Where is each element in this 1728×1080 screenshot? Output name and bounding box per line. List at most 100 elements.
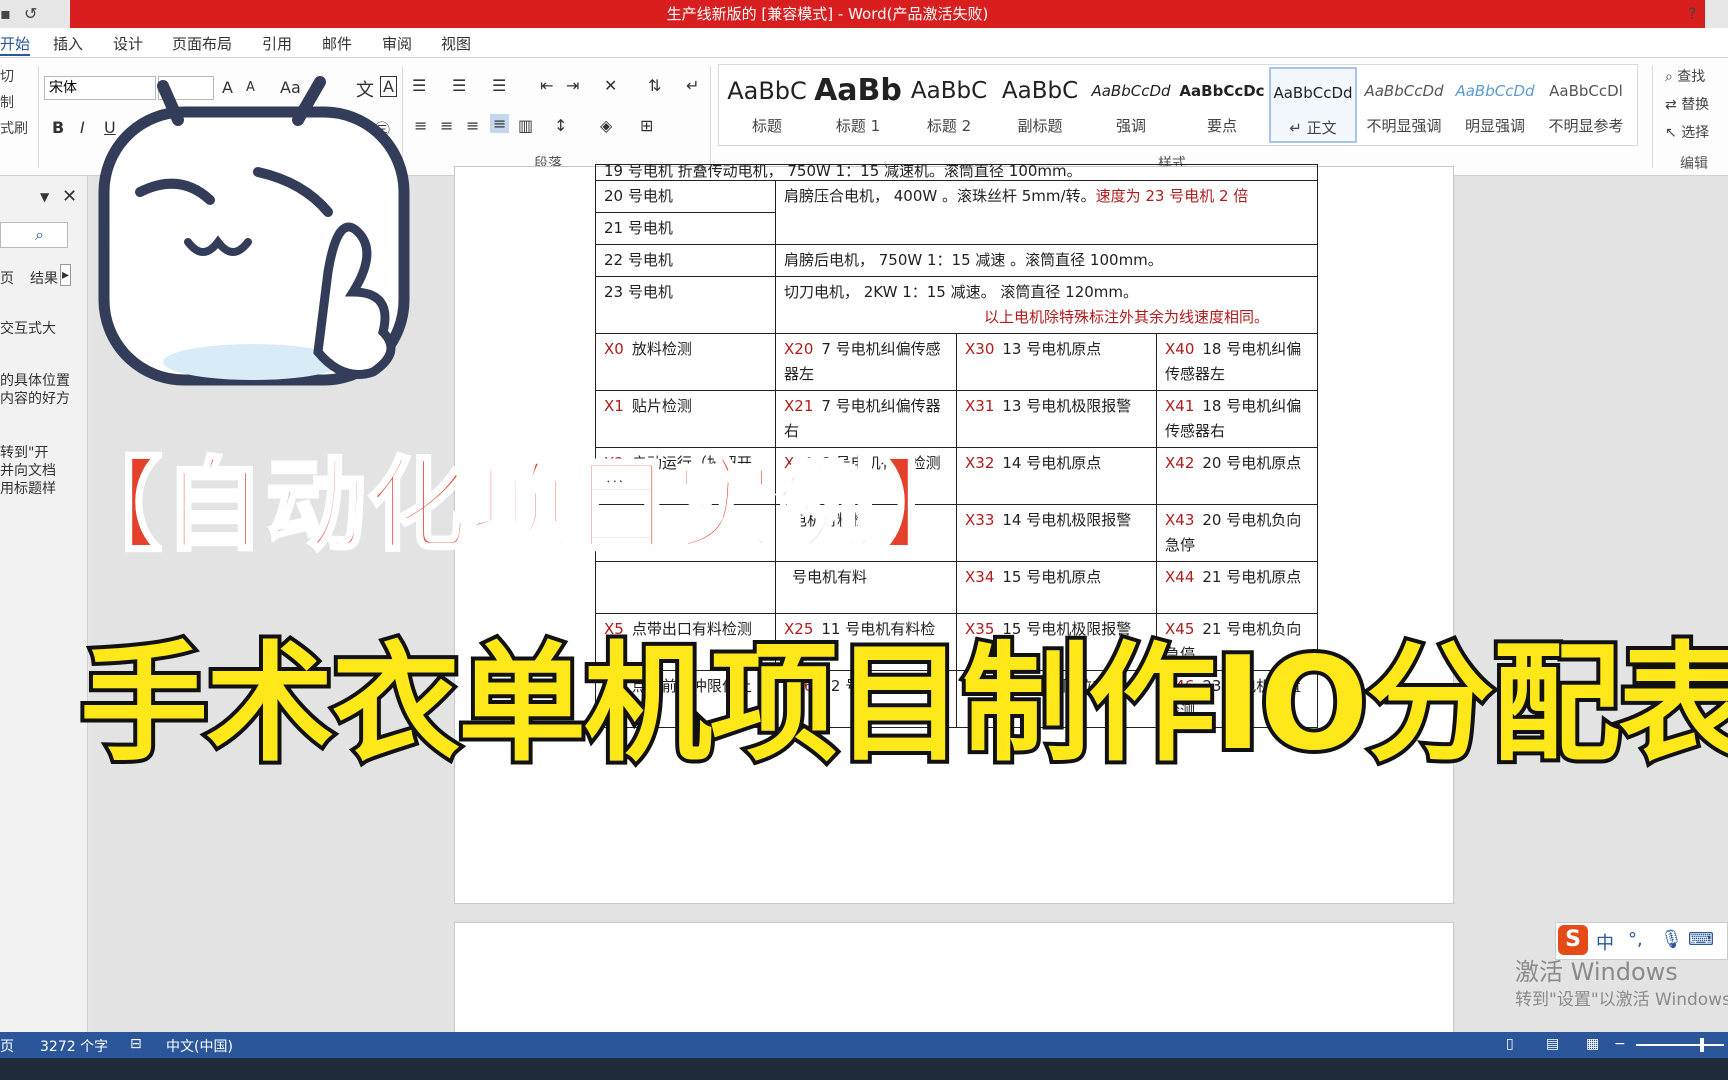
zoom-out-icon[interactable]: − bbox=[1614, 1036, 1626, 1052]
help-button[interactable]: ? bbox=[1688, 4, 1697, 23]
tab-view[interactable]: 视图 bbox=[441, 33, 471, 54]
find-button[interactable]: ⌕ 查找 bbox=[1665, 66, 1705, 86]
search-input[interactable]: ⌕ bbox=[0, 222, 68, 248]
microphone-icon[interactable]: 🎙 bbox=[1660, 929, 1683, 950]
io-code: X20 bbox=[784, 340, 814, 358]
io-code: X41 bbox=[1165, 397, 1195, 415]
read-mode-icon[interactable]: ▯ bbox=[1506, 1036, 1514, 1052]
tab-references[interactable]: 引用 bbox=[262, 33, 292, 54]
io-desc: 15 号电机原点 bbox=[1002, 568, 1102, 586]
pane-options-icon[interactable]: ▼ bbox=[40, 190, 49, 204]
style-title[interactable]: AaBbC 标题 bbox=[723, 67, 811, 143]
web-layout-icon[interactable]: ▦ bbox=[1586, 1036, 1599, 1052]
style-subtle-reference[interactable]: AaBbCcDl 不明显参考 bbox=[1542, 67, 1630, 143]
table-row: X0 放料检测 X20 7 号电机纠偏传感器左 X30 13 号电机原点 X40 18 号电机… bbox=[595, 333, 1319, 391]
language[interactable]: 中文(中国) bbox=[166, 1036, 233, 1056]
io-desc: 13 号电机极限报警 bbox=[1002, 397, 1132, 415]
proofing-icon[interactable]: ⊟ bbox=[130, 1036, 142, 1052]
row-text: 肩膀压合电机， 400W 。滚珠丝杆 5mm/转。 bbox=[784, 187, 1096, 205]
line-spacing-icon[interactable]: ↕ bbox=[554, 116, 567, 135]
style-subtitle[interactable]: AaBbC 副标题 bbox=[996, 67, 1084, 143]
sogou-icon: S bbox=[1558, 925, 1588, 955]
note-text: 以上电机除特殊标注外其余为线速度相同。 bbox=[984, 308, 1270, 326]
align-center-icon[interactable]: ≡ bbox=[440, 116, 453, 135]
tab-home[interactable]: 开始 bbox=[0, 33, 31, 56]
search-icon[interactable]: ⌕ bbox=[35, 225, 44, 245]
punctuation-icon[interactable]: °, bbox=[1628, 929, 1643, 950]
tab-pages[interactable]: 页 bbox=[0, 268, 14, 288]
overlay-title-1: 【自动化项目实例】 bbox=[60, 445, 980, 566]
keyboard-icon[interactable]: ⌨ bbox=[1688, 929, 1714, 950]
nav-help-text: 内容的好方 bbox=[0, 391, 70, 407]
io-desc: 20 号电机原点 bbox=[1202, 454, 1302, 472]
chinese-layout-icon[interactable]: ✕ bbox=[604, 76, 617, 95]
style-subtle-emphasis[interactable]: AaBbCcDd 不明显强调 bbox=[1360, 67, 1448, 143]
status-bar: 页 3272 个字 ⊟ 中文(中国) ▯ ▤ ▦ − bbox=[0, 1032, 1728, 1058]
cut-button[interactable]: 切 bbox=[0, 66, 14, 86]
style-normal[interactable]: AaBbCcDd ↵ 正文 bbox=[1269, 67, 1357, 143]
io-code: X40 bbox=[1165, 340, 1195, 358]
style-heading-1[interactable]: AaBb 标题 1 bbox=[814, 67, 902, 143]
show-marks-icon[interactable]: ↵ bbox=[686, 76, 699, 95]
document-page-next[interactable] bbox=[454, 922, 1454, 1042]
sort-icon[interactable]: ⇅ bbox=[648, 76, 661, 95]
tab-insert[interactable]: 插入 bbox=[53, 33, 83, 54]
italic-icon[interactable]: I bbox=[80, 118, 85, 137]
replace-button[interactable]: ⇄ 替换 bbox=[1665, 94, 1709, 114]
distribute-icon[interactable]: ▥ bbox=[518, 116, 533, 135]
style-emphasis[interactable]: AaBbCcDd 强调 bbox=[1087, 67, 1175, 143]
tab-layout[interactable]: 页面布局 bbox=[172, 33, 232, 54]
chevron-right-icon[interactable]: ▸ bbox=[60, 264, 72, 286]
io-cell: X43 20 号电机负向急停 bbox=[1155, 504, 1319, 562]
nav-help-text: 用标题样 bbox=[0, 481, 56, 497]
io-code: X30 bbox=[965, 340, 995, 358]
io-cell: X41 18 号电机纠偏传感器右 bbox=[1155, 390, 1319, 448]
numbering-icon[interactable]: ☰ bbox=[452, 76, 466, 95]
multilevel-list-icon[interactable]: ☰ bbox=[492, 76, 506, 95]
cursor-icon: ↖ bbox=[1665, 125, 1677, 141]
io-cell: X40 18 号电机纠偏传感器左 bbox=[1155, 333, 1319, 391]
style-intense-emphasis[interactable]: AaBbCcDd 明显强调 bbox=[1451, 67, 1539, 143]
io-cell: X44 21 号电机原点 bbox=[1155, 561, 1319, 614]
word-count[interactable]: 3272 个字 bbox=[40, 1036, 108, 1056]
justify-icon[interactable]: ≡ bbox=[490, 114, 510, 133]
align-right-icon[interactable]: ≡ bbox=[466, 116, 479, 135]
shading-icon[interactable]: ◈ bbox=[600, 116, 612, 135]
print-layout-icon[interactable]: ▤ bbox=[1546, 1036, 1559, 1052]
nav-help-text: 的具体位置 bbox=[0, 373, 70, 389]
tab-design[interactable]: 设计 bbox=[113, 33, 143, 54]
increase-indent-icon[interactable]: ⇥ bbox=[566, 76, 579, 95]
binoculars-icon: ⌕ bbox=[1665, 69, 1673, 85]
navigation-pane: ▼ ✕ ⌕ 页 结果 ▸ 交互式大 的具体位置 内容的好方 转到"开 并向文档 … bbox=[0, 176, 88, 1032]
borders-icon[interactable]: ⊞ bbox=[640, 116, 653, 135]
io-code: X42 bbox=[1165, 454, 1195, 472]
bold-icon[interactable]: B bbox=[52, 118, 64, 137]
table-row: 19 号电机 折叠传动电机， 750W 1：15 减速机。滚筒直径 100mm。 bbox=[594, 164, 1319, 181]
save-icon[interactable]: ▪ bbox=[0, 4, 11, 23]
tab-results[interactable]: 结果 bbox=[30, 268, 58, 288]
row-text: 19 号电机 折叠传动电机， 750W 1：15 减速机。滚筒直径 100mm。 bbox=[604, 164, 1082, 180]
title-bar: ▪ ↺ 生产线新版的 [兼容模式] - Word(产品激活失败) ? bbox=[0, 0, 1728, 28]
decrease-indent-icon[interactable]: ⇤ bbox=[540, 76, 553, 95]
zoom-slider[interactable] bbox=[1636, 1044, 1724, 1046]
io-cell: X20 7 号电机纠偏传感器左 bbox=[775, 333, 957, 391]
close-icon[interactable]: ✕ bbox=[62, 186, 77, 207]
io-code: X0 bbox=[604, 340, 624, 358]
select-button[interactable]: ↖ 选择 bbox=[1665, 122, 1709, 142]
tab-review[interactable]: 审阅 bbox=[382, 33, 412, 54]
redo-icon[interactable]: ↺ bbox=[24, 4, 37, 23]
zoom-thumb[interactable] bbox=[1700, 1038, 1704, 1052]
io-cell: X21 7 号电机纠偏传器右 bbox=[775, 390, 957, 448]
page-count[interactable]: 页 bbox=[0, 1036, 14, 1056]
io-cell: 号电机有料 bbox=[775, 561, 957, 614]
window-title: 生产线新版的 [兼容模式] - Word(产品激活失败) bbox=[70, 0, 1705, 28]
table-cell: 22 号电机 bbox=[595, 244, 776, 277]
format-painter-button[interactable]: 式刷 bbox=[0, 118, 28, 138]
tab-mailings[interactable]: 邮件 bbox=[322, 33, 352, 54]
copy-button[interactable]: 制 bbox=[0, 92, 14, 112]
table-row: X1 贴片检测 X21 7 号电机纠偏传器右 X31 13 号电机极限报警 X41 18 号电… bbox=[595, 390, 1319, 448]
style-strong[interactable]: AaBbCcDc 要点 bbox=[1178, 67, 1266, 143]
io-code: X1 bbox=[604, 397, 624, 415]
style-heading-2[interactable]: AaBbC 标题 2 bbox=[905, 67, 993, 143]
io-code: X43 bbox=[1165, 511, 1195, 529]
